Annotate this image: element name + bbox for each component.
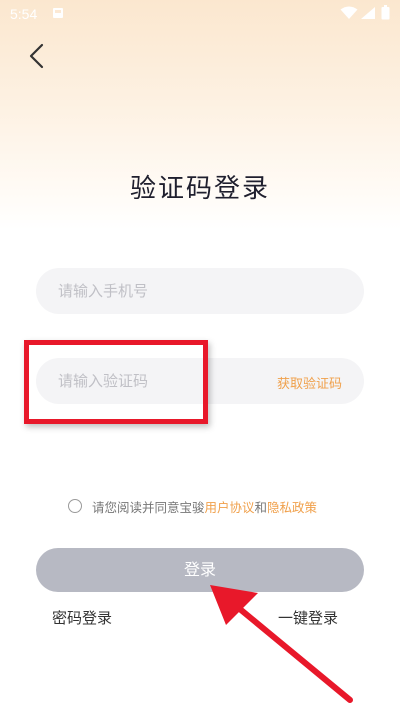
get-code-button[interactable]: 获取验证码 xyxy=(277,373,342,392)
page-title: 验证码登录 xyxy=(129,174,270,204)
privacy-policy-link[interactable]: 隐私政策 xyxy=(267,497,317,516)
one-key-login-link[interactable]: 一键登录 xyxy=(278,607,338,628)
signal-icon xyxy=(361,7,375,19)
code-field[interactable]: 获取验证码 xyxy=(36,358,364,404)
agreement-text: 请您阅读并同意宝骏 xyxy=(92,499,205,515)
agreement-and: 和 xyxy=(254,499,268,515)
phone-input[interactable] xyxy=(58,268,288,314)
annotation-arrow-icon xyxy=(210,585,353,703)
verification-code-input[interactable] xyxy=(58,358,288,404)
status-bar: 5:54 xyxy=(0,0,400,28)
agreement-row: 请您阅读并同意宝骏 用户协议 和 隐私政策 xyxy=(68,496,317,516)
battery-icon xyxy=(381,5,390,20)
phone-field[interactable] xyxy=(36,268,364,314)
status-time: 5:54 xyxy=(10,6,38,22)
login-button[interactable]: 登录 xyxy=(36,548,364,592)
agreement-checkbox[interactable] xyxy=(68,499,82,513)
notification-icon xyxy=(53,8,63,18)
password-login-link[interactable]: 密码登录 xyxy=(52,607,112,628)
user-agreement-link[interactable]: 用户协议 xyxy=(205,497,255,516)
wifi-icon xyxy=(340,6,358,19)
back-arrow-icon[interactable] xyxy=(26,42,48,70)
